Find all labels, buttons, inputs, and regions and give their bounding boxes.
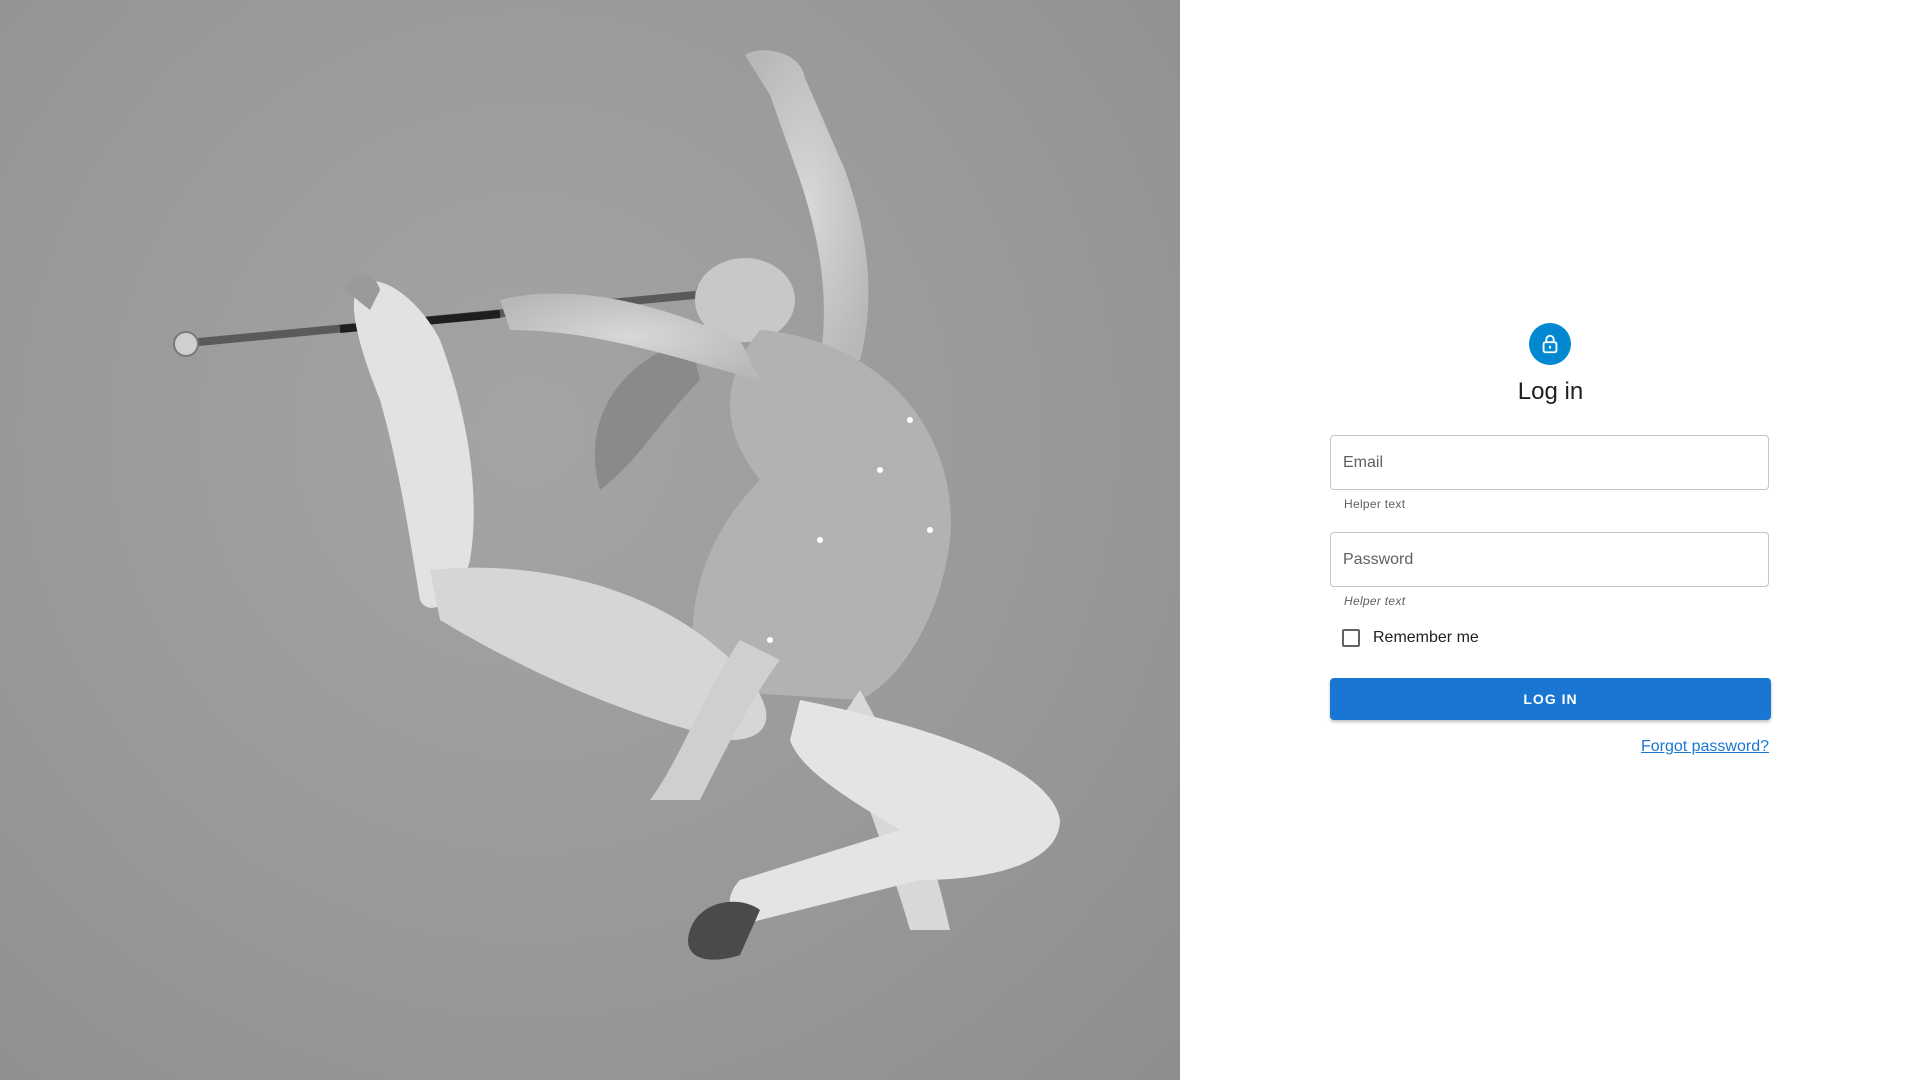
login-button[interactable]: LOG IN [1330,678,1771,720]
email-helper-text: Helper text [1344,497,1406,511]
password-field-container [1330,532,1769,587]
forgot-password-link[interactable]: Forgot password? [1641,738,1769,756]
login-panel: Log in Helper text Helper text Remember … [1180,0,1920,1080]
password-helper-text: Helper text [1344,594,1406,608]
email-field-container [1330,435,1769,490]
page-title: Log in [1517,378,1584,405]
password-field[interactable] [1331,533,1768,586]
remember-me[interactable]: Remember me [1342,629,1479,647]
hero-image [0,0,1180,1080]
remember-me-label: Remember me [1373,629,1479,646]
login-page: Log in Helper text Helper text Remember … [0,0,1920,1080]
lock-icon [1542,334,1558,354]
email-field[interactable] [1331,436,1768,489]
lock-avatar [1529,323,1571,365]
remember-me-checkbox[interactable] [1342,629,1360,647]
dancer-photo [173,50,1060,960]
